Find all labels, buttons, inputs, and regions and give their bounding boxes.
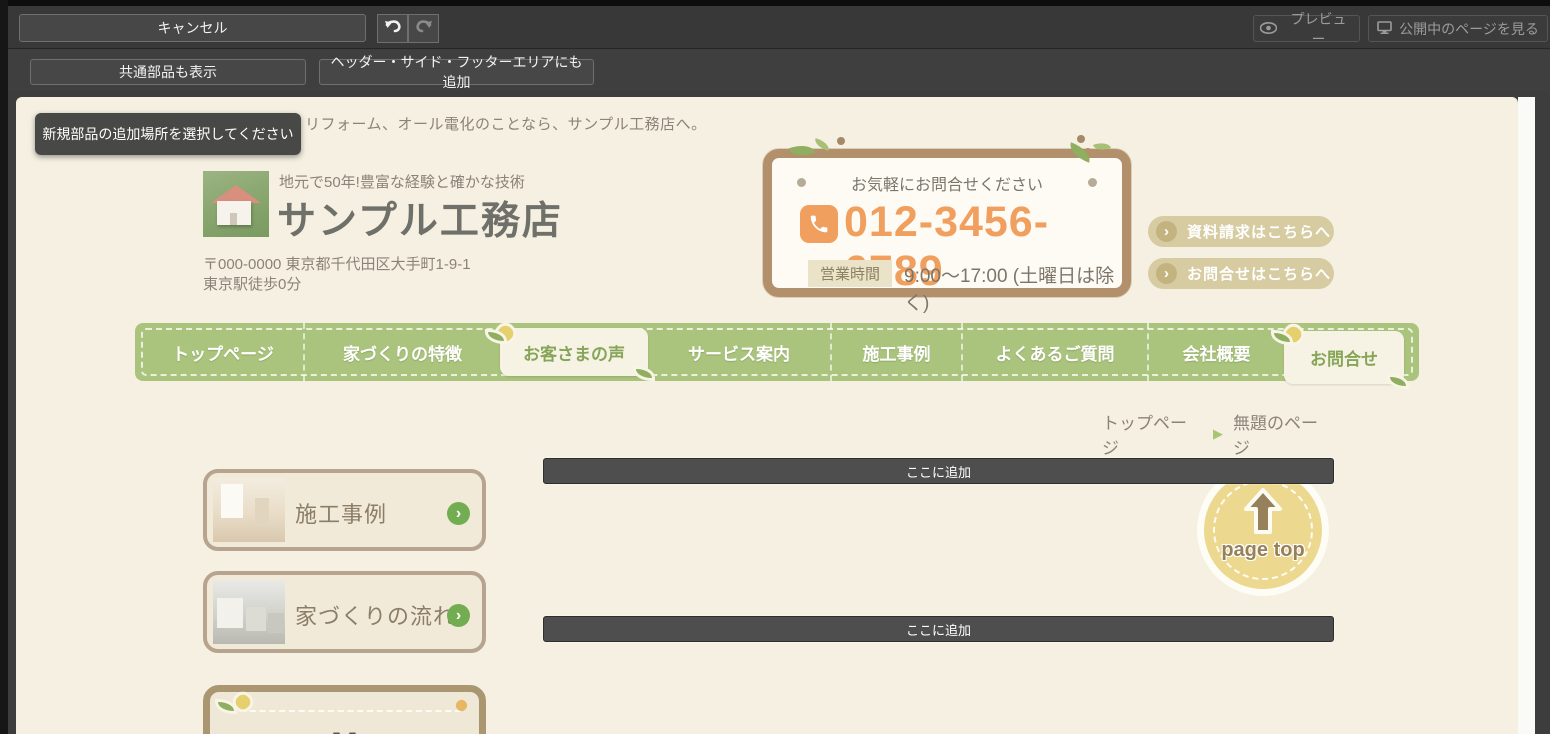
banner-works[interactable]: 施工事例 › xyxy=(203,469,486,551)
interior-thumbnail xyxy=(213,478,285,542)
banner-works-label: 施工事例 xyxy=(295,497,387,529)
site-top-message: リフォーム、オール電化のことなら、サンプル工務店へ。 xyxy=(305,113,707,134)
leaf-icon xyxy=(813,138,831,151)
nav-item-contact[interactable]: お問合せ xyxy=(1284,331,1404,384)
hours-value: 9:00〜17:00 (土曜日は除く) xyxy=(904,261,1122,315)
preview-label: プレビュー xyxy=(1284,9,1353,49)
add-location-tooltip: 新規部品の追加場所を選択してください xyxy=(35,113,301,155)
sign-dot xyxy=(837,137,845,145)
add-here-bar-top[interactable]: ここに追加 xyxy=(543,458,1334,484)
app-window: キャンセル プレビュー 公開中のページを見る 共通部品も表示 ヘッダー・サイ xyxy=(0,0,1550,734)
toolbar-secondary: 共通部品も表示 ヘッダー・サイド・フッターエリアにも追加 xyxy=(8,50,1550,91)
window-left-edge xyxy=(0,0,8,734)
logo-image xyxy=(203,171,269,237)
site-tagline: 地元で50年!豊富な経験と確かな技術 xyxy=(279,171,525,192)
page-top-label: page top xyxy=(1204,539,1322,562)
phone-signboard: お気軽にお問合せください 012-3456-6789 営業時間 9:00〜17:… xyxy=(763,149,1131,297)
sign-dot xyxy=(1077,135,1085,143)
nav-item-customer-voices[interactable]: お客さまの声 xyxy=(500,328,648,376)
flower-icon xyxy=(233,692,253,712)
leaf-icon xyxy=(789,140,816,160)
breadcrumb-current: 無題のページ xyxy=(1233,409,1334,459)
street-thumbnail xyxy=(213,580,285,644)
preview-button[interactable]: プレビュー xyxy=(1253,15,1360,42)
nav-item-company[interactable]: 会社概要 xyxy=(1147,323,1284,381)
view-published-label: 公開中のページを見る xyxy=(1399,19,1539,39)
nav-item-works[interactable]: 施工事例 xyxy=(830,323,961,381)
nav-item-faq[interactable]: よくあるご質問 xyxy=(961,323,1147,381)
banner-partial-text: M xyxy=(210,726,479,734)
house-door-shape xyxy=(230,213,237,225)
chevron-right-icon: › xyxy=(447,604,470,627)
arrow-up-icon xyxy=(1242,487,1284,540)
page-top-button[interactable]: page top xyxy=(1204,471,1322,589)
chevron-right-icon: › xyxy=(1156,221,1177,242)
site-canvas: リフォーム、オール電化のことなら、サンプル工務店へ。 地元で50年!豊富な経験と… xyxy=(16,97,1518,734)
leaf-icon xyxy=(218,702,234,711)
leaf-icon xyxy=(1390,377,1406,386)
preview-scrollbar-track[interactable] xyxy=(1518,97,1535,734)
nav-item-label: お客さまの声 xyxy=(523,340,625,365)
toolbar-primary: キャンセル プレビュー 公開中のページを見る xyxy=(8,6,1550,49)
nav-item-label: お問合せ xyxy=(1310,345,1378,370)
banner-flow[interactable]: 家づくりの流れ › xyxy=(203,571,486,653)
banner-menu-partial[interactable]: M xyxy=(203,685,486,734)
monitor-icon xyxy=(1377,21,1392,37)
leaf-icon xyxy=(1093,140,1111,154)
leaf-icon xyxy=(1067,142,1094,162)
breadcrumb-arrow-icon: ▶ xyxy=(1213,426,1223,442)
contact-us-button[interactable]: › お問合せはこちらへ xyxy=(1148,258,1334,289)
contact-us-label: お問合せはこちらへ xyxy=(1187,263,1331,284)
add-to-areas-button[interactable]: ヘッダー・サイド・フッターエリアにも追加 xyxy=(319,59,594,85)
chevron-right-icon: › xyxy=(1156,263,1177,284)
main-navigation: トップページ 家づくりの特徴 お客さまの声 サービス案内 施工事例 よくあるご質… xyxy=(135,323,1419,381)
nav-item-services[interactable]: サービス案内 xyxy=(648,323,830,381)
chevron-right-icon: › xyxy=(447,502,470,525)
breadcrumb: トップページ ▶ 無題のページ xyxy=(1102,409,1334,459)
undo-icon xyxy=(384,18,402,39)
address-line1: 〒000-0000 東京都千代田区大手町1-9-1 xyxy=(203,253,471,274)
redo-button[interactable] xyxy=(408,14,439,43)
nav-item-top-page[interactable]: トップページ xyxy=(143,323,303,381)
preview-frame: リフォーム、オール電化のことなら、サンプル工務店へ。 地元で50年!豊富な経験と… xyxy=(8,91,1550,734)
breadcrumb-home[interactable]: トップページ xyxy=(1102,409,1203,459)
request-materials-label: 資料請求はこちらへ xyxy=(1187,221,1331,242)
sign-message: お気軽にお問合せください xyxy=(772,171,1122,195)
company-name: サンプル工務店 xyxy=(277,190,563,246)
banner-flow-label: 家づくりの流れ xyxy=(295,599,456,631)
redo-icon xyxy=(415,18,433,39)
view-published-button[interactable]: 公開中のページを見る xyxy=(1368,15,1548,42)
show-common-parts-button[interactable]: 共通部品も表示 xyxy=(30,59,306,85)
banner-dashed-line xyxy=(240,710,461,712)
address-line2: 東京駅徒歩0分 xyxy=(203,273,301,294)
request-materials-button[interactable]: › 資料請求はこちらへ xyxy=(1148,216,1334,247)
hours-label: 営業時間 xyxy=(808,260,892,287)
undo-button[interactable] xyxy=(377,14,408,43)
eye-icon xyxy=(1260,21,1277,37)
cancel-button[interactable]: キャンセル xyxy=(19,14,366,42)
add-here-bar-bottom[interactable]: ここに追加 xyxy=(543,616,1334,642)
nav-item-features[interactable]: 家づくりの特徴 xyxy=(303,323,500,381)
phone-icon xyxy=(800,205,838,243)
